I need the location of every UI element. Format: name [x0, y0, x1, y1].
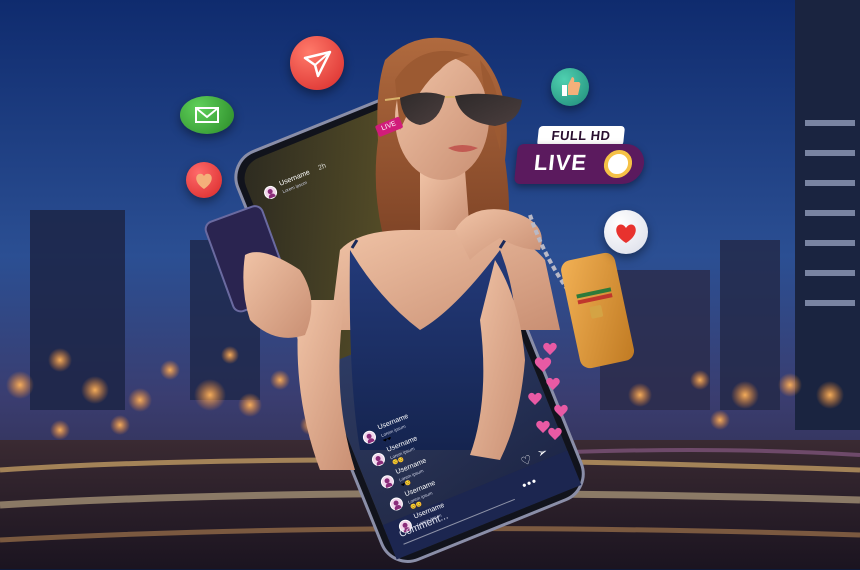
like-bubble: [551, 68, 589, 106]
heart-bubble-left: [186, 162, 222, 198]
heart-icon: [196, 173, 212, 189]
comment-avatar[interactable]: [360, 428, 378, 446]
comment-avatar[interactable]: [369, 451, 387, 468]
heart-icon: [616, 224, 636, 243]
live-main-label: LIVE: [532, 150, 589, 175]
record-icon: [602, 150, 634, 178]
email-icon: [195, 107, 219, 123]
host-avatar[interactable]: [262, 183, 280, 201]
paper-plane-icon: [303, 50, 332, 78]
host-timestamp: 2h: [317, 162, 328, 172]
scene: FULL HD LIVE LIVE Username 2h Lorem ipsu…: [0, 0, 860, 569]
fullhd-label: FULL HD: [536, 126, 626, 146]
email-bubble: [180, 96, 234, 134]
heart-bubble-right: [604, 210, 648, 254]
fullhd-live-badge: FULL HD LIVE: [513, 126, 647, 186]
comment-avatar[interactable]: [378, 473, 396, 491]
comment-avatar[interactable]: [387, 495, 405, 513]
comment-emoji: ❤❤: [382, 435, 393, 445]
like-icon: [562, 77, 581, 96]
send-icon[interactable]: ➢: [535, 444, 550, 461]
live-badge: LIVE: [374, 116, 404, 138]
live-main-label-box: LIVE: [513, 144, 647, 184]
paper-plane-bubble: [290, 36, 344, 90]
